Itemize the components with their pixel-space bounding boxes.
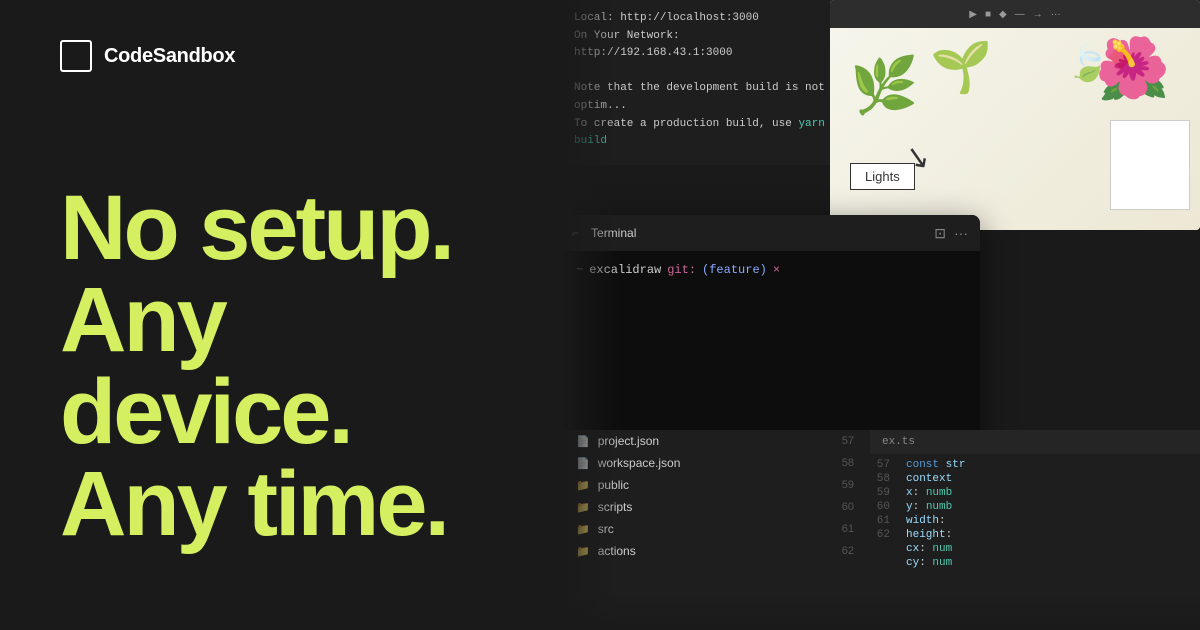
line-number-60: 60 (842, 501, 854, 513)
design-window: ▶ ■ ◆ — → ··· 🌿 🌱 🌺 🍃 ↘ Lights (830, 0, 1200, 230)
line-number-62: 62 (842, 545, 854, 557)
design-canvas: 🌿 🌱 🌺 🍃 ↘ Lights (830, 28, 1200, 230)
code-line-62: 62 height: (870, 528, 1200, 542)
prompt-git-label: git: (667, 263, 696, 277)
terminal-prompt: ~ excalidraw git: (feature) × (576, 263, 964, 277)
code-line-60: 60 y: numb (870, 500, 1200, 514)
headline-line-2: Any device. (60, 274, 520, 458)
headline-line-3: Any time. (60, 458, 520, 550)
more-icon: ··· (1051, 9, 1061, 20)
code-line-cy: cy: num (870, 556, 1200, 570)
code-line-cx: cx: num (870, 542, 1200, 556)
code-line-61: 61 width: (870, 514, 1200, 528)
arrow-tool-icon: — (1015, 9, 1025, 20)
terminal-title: Terminal (591, 226, 926, 240)
play-icon: ▶ (969, 9, 977, 20)
line-number-59: 59 (842, 479, 854, 491)
left-panel: CodeSandbox No setup. Any device. Any ti… (0, 0, 580, 630)
code-line-59: 59 x: numb (870, 486, 1200, 500)
headline: No setup. Any device. Any time. (60, 182, 520, 550)
logo-icon (60, 40, 92, 72)
code-filename: ex.ts (882, 436, 915, 448)
line-number-58: 58 (842, 457, 854, 469)
terminal-controls: ⊡ ··· (934, 225, 968, 242)
toolbar-icons: ▶ ■ ◆ — → ··· (830, 0, 1200, 28)
right-panel: Local: http://localhost:3000 On Your Net… (560, 0, 1200, 630)
diamond-tool-icon: ◆ (999, 9, 1007, 20)
design-toolbar: ▶ ■ ◆ — → ··· (830, 0, 1200, 28)
lights-label: Lights (850, 163, 915, 190)
white-card (1110, 120, 1190, 210)
headline-line-1: No setup. (60, 182, 520, 274)
prompt-branch: (feature) (702, 263, 767, 277)
stop-icon: ■ (985, 9, 991, 20)
left-gradient-overlay (560, 0, 620, 630)
plant-decor-1: 🌿 (850, 53, 918, 118)
prompt-dirty-indicator: × (773, 263, 780, 277)
bottom-gradient-overlay (560, 590, 1200, 630)
plant-decor-4: 🍃 (1066, 43, 1110, 84)
logo-area: CodeSandbox (60, 40, 520, 72)
terminal-titlebar: ⌐ Terminal ⊡ ··· (560, 215, 980, 251)
plant-decor-2: 🌱 (930, 38, 992, 97)
terminal-body: ~ excalidraw git: (feature) × (560, 251, 980, 289)
terminal-expand-icon[interactable]: ⊡ (934, 225, 946, 242)
line-number-61: 61 (842, 523, 854, 535)
code-lines: 57 const str 58 context 59 x: numb 60 y:… (870, 454, 1200, 574)
arrow-right-icon: → (1033, 9, 1043, 20)
code-line-57: 57 const str (870, 458, 1200, 472)
line-number-57: 57 (842, 435, 854, 447)
code-header: ex.ts (870, 430, 1200, 454)
terminal-more-icon[interactable]: ··· (954, 225, 968, 241)
code-line-58: 58 context (870, 472, 1200, 486)
logo-text: CodeSandbox (104, 45, 235, 68)
